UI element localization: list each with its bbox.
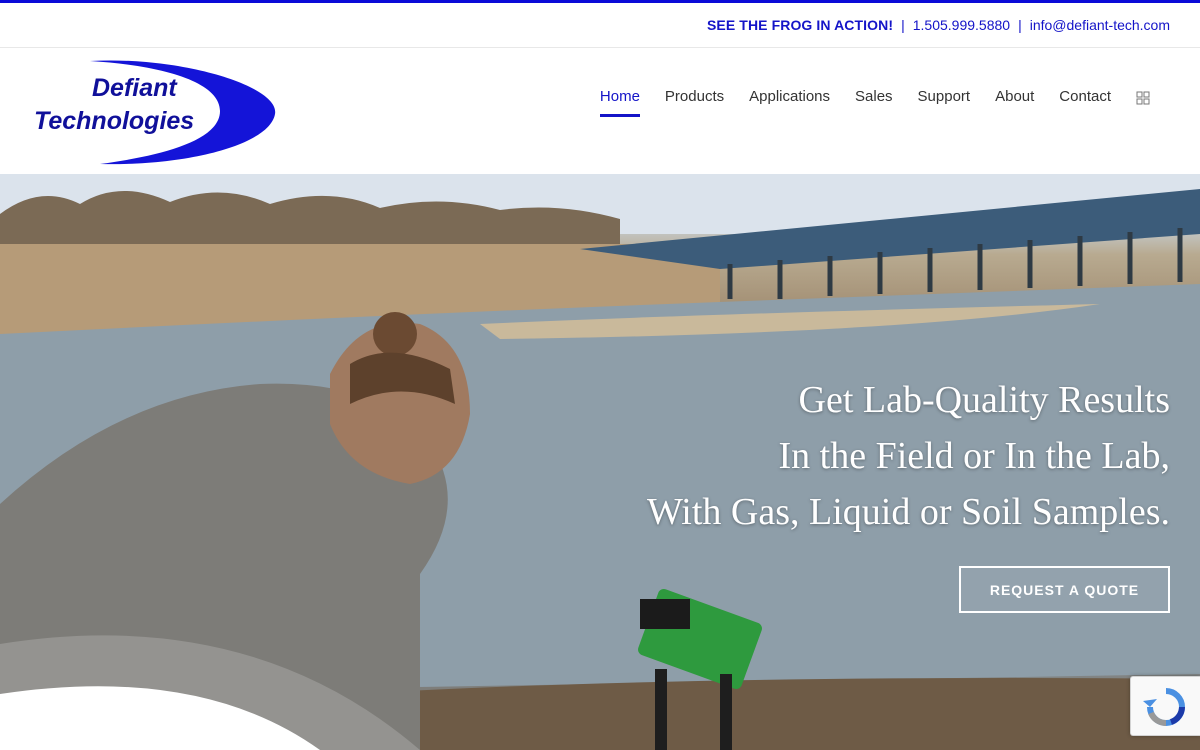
- nav-contact[interactable]: Contact: [1059, 88, 1111, 113]
- separator: |: [1018, 17, 1022, 33]
- recaptcha-badge[interactable]: [1130, 676, 1200, 736]
- request-quote-button[interactable]: REQUEST A QUOTE: [959, 566, 1170, 613]
- site-header: Defiant Technologies Home Products Appli…: [0, 48, 1200, 174]
- headline-line-3: With Gas, Liquid or Soil Samples.: [646, 491, 1170, 533]
- email-link[interactable]: info@defiant-tech.com: [1030, 17, 1170, 33]
- logo-graphic: Defiant Technologies: [34, 60, 276, 165]
- headline-line-2: In the Field or In the Lab,: [778, 435, 1170, 477]
- grid-icon[interactable]: [1136, 91, 1150, 105]
- top-bar: SEE THE FROG IN ACTION! | 1.505.999.5880…: [0, 0, 1200, 48]
- nav-home[interactable]: Home: [599, 88, 640, 117]
- nav-support[interactable]: Support: [918, 88, 971, 113]
- nav-sales[interactable]: Sales: [855, 88, 893, 113]
- phone-link[interactable]: 1.505.999.5880: [913, 17, 1010, 33]
- company-logo[interactable]: Defiant Technologies: [30, 56, 280, 166]
- logo-line2: Technologies: [34, 107, 194, 135]
- nav-applications[interactable]: Applications: [749, 88, 830, 113]
- nav-products[interactable]: Products: [665, 88, 724, 113]
- see-frog-link[interactable]: SEE THE FROG IN ACTION!: [707, 17, 893, 33]
- logo-line1: Defiant: [92, 74, 178, 102]
- headline-line-1: Get Lab-Quality Results: [798, 379, 1170, 421]
- main-nav: Home Products Applications Sales Support…: [575, 88, 1150, 117]
- hero-banner: Get Lab-Quality Results In the Field or …: [0, 174, 1200, 750]
- nav-about[interactable]: About: [995, 88, 1034, 113]
- recaptcha-icon: [1143, 688, 1185, 727]
- separator: |: [901, 17, 905, 33]
- hero-headline: Get Lab-Quality Results In the Field or …: [647, 372, 1170, 540]
